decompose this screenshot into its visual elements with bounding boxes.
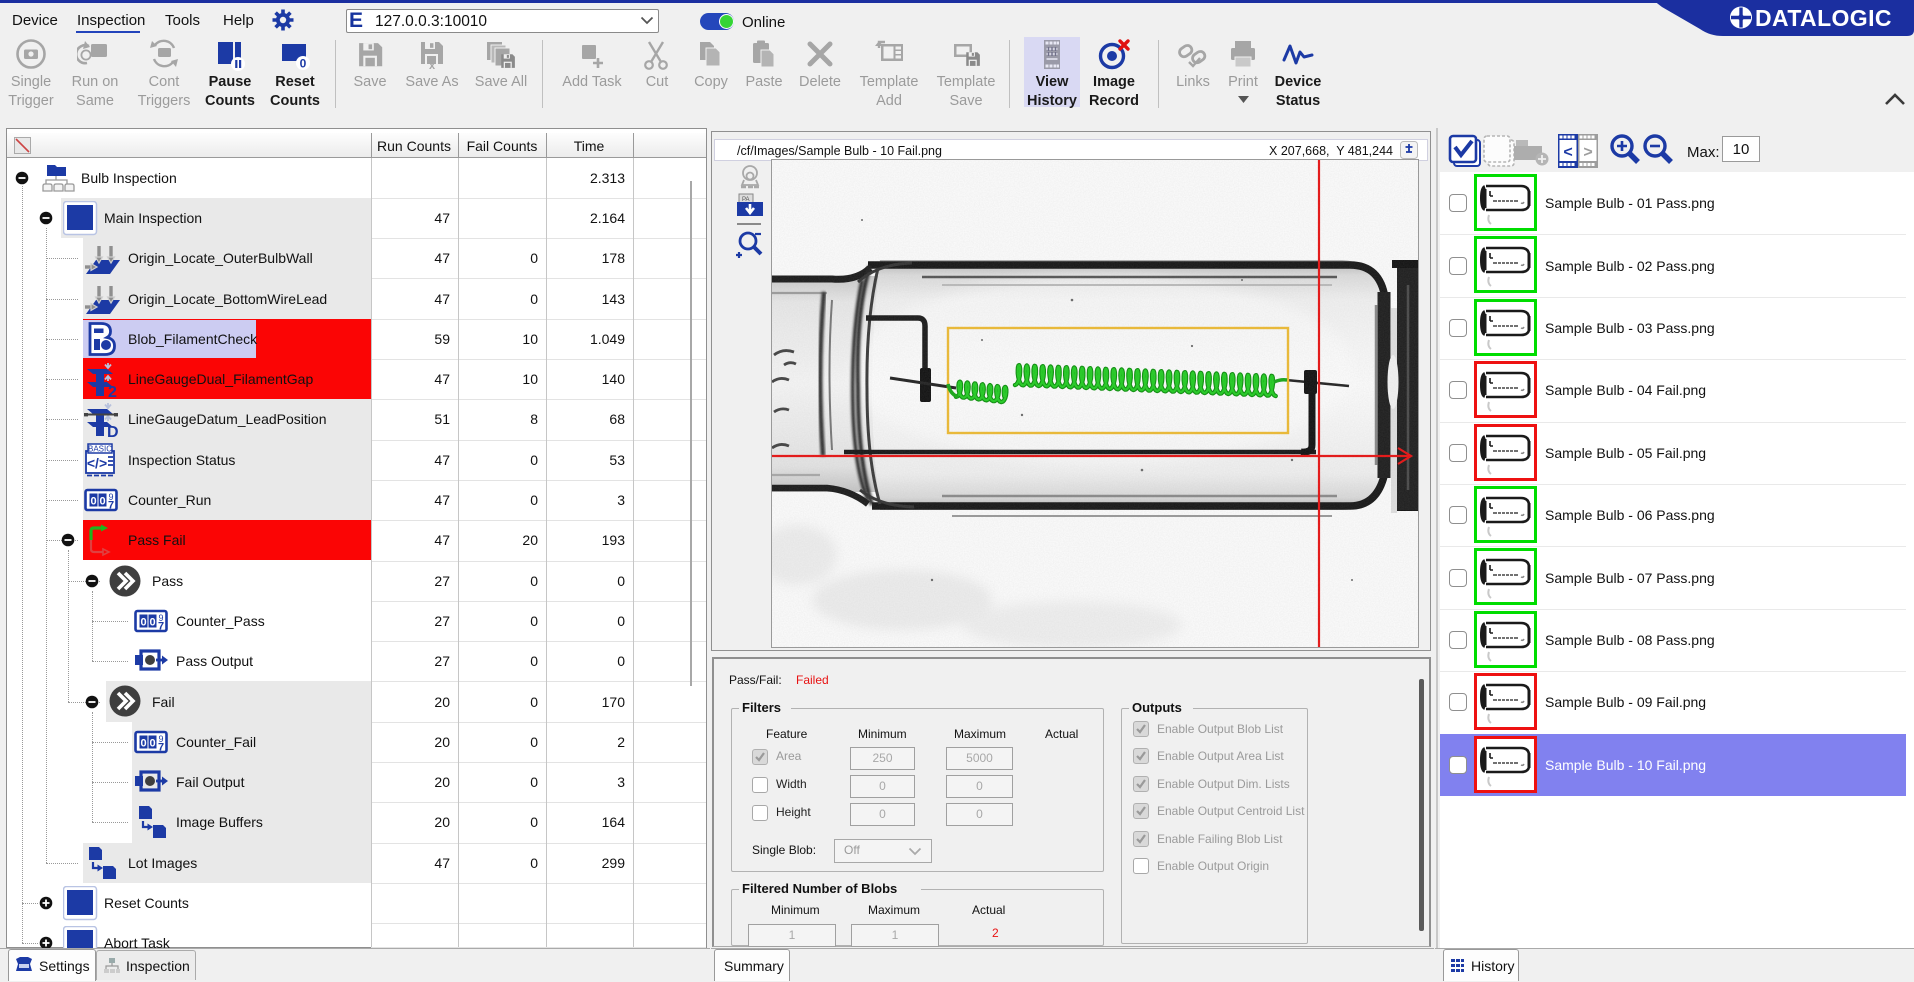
svg-text:0: 0: [90, 495, 96, 507]
svg-text:0: 0: [140, 616, 146, 628]
svg-text:>: >: [1583, 144, 1592, 161]
svg-text:0: 0: [149, 616, 155, 628]
svg-text:</>: </>: [87, 455, 107, 471]
svg-text:DATALOGIC: DATALOGIC: [1755, 5, 1892, 31]
svg-text:0: 0: [149, 737, 155, 749]
svg-text:0: 0: [140, 737, 146, 749]
svg-text:x: x: [429, 60, 436, 72]
svg-text:7: 7: [108, 499, 114, 511]
svg-text:0: 0: [300, 57, 307, 71]
svg-text:7: 7: [158, 620, 164, 632]
svg-text:BASIC: BASIC: [88, 444, 112, 453]
svg-text:7: 7: [158, 741, 164, 753]
svg-text:0: 0: [99, 495, 105, 507]
svg-text:2: 2: [108, 384, 117, 398]
svg-text:<: <: [1563, 144, 1572, 161]
svg-text:D: D: [107, 424, 119, 438]
